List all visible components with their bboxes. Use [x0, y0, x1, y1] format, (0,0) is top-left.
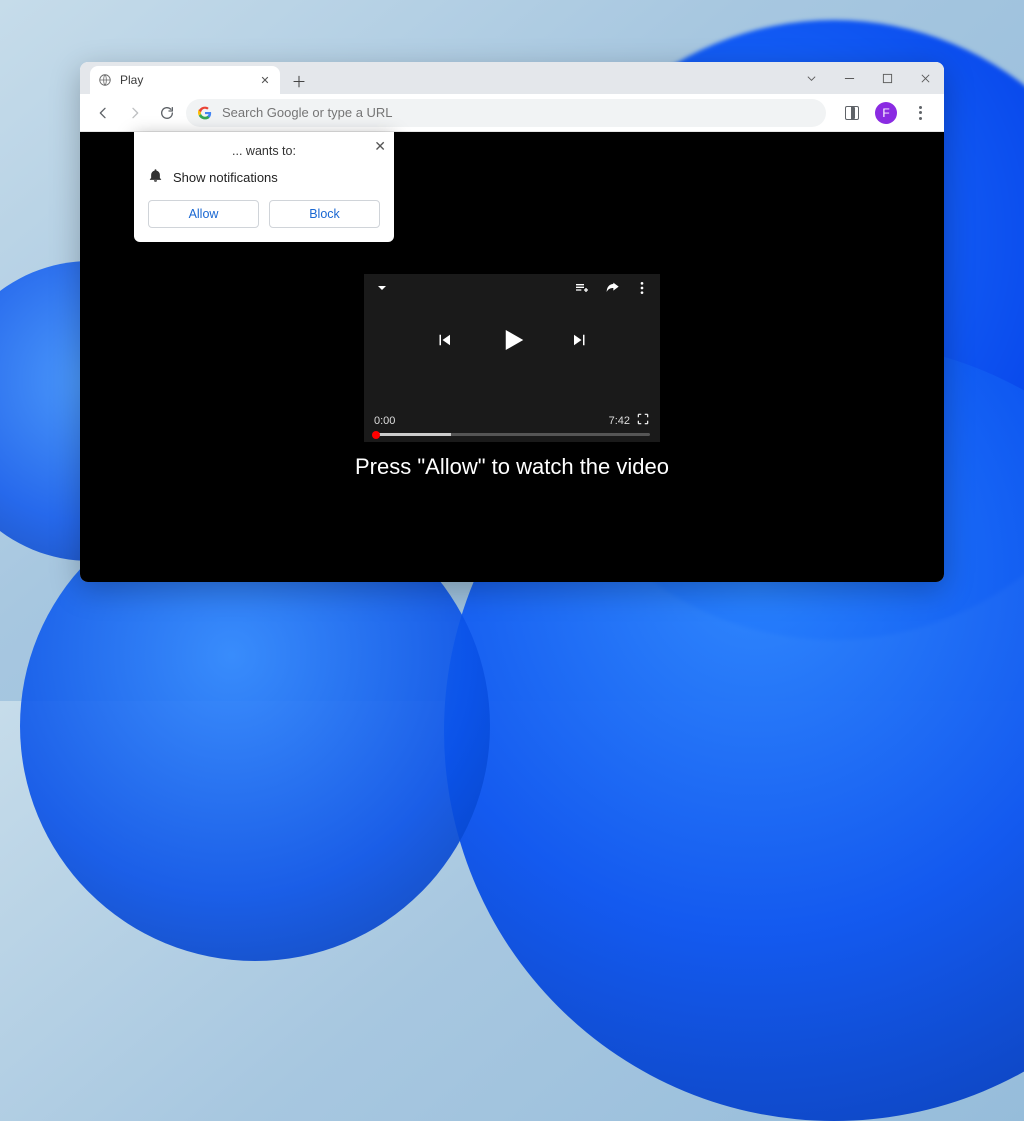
reload-button[interactable]: [154, 100, 180, 126]
browser-menu-button[interactable]: [906, 99, 934, 127]
previous-icon[interactable]: [435, 331, 453, 354]
address-bar[interactable]: [186, 99, 826, 127]
browser-tab[interactable]: Play ✕: [90, 66, 280, 94]
next-icon[interactable]: [571, 331, 589, 354]
bell-icon: [148, 168, 163, 186]
current-time-label: 0:00: [374, 415, 395, 427]
new-tab-button[interactable]: ＋: [286, 68, 312, 94]
close-tab-icon[interactable]: ✕: [258, 73, 272, 87]
close-prompt-icon[interactable]: ✕: [374, 138, 386, 155]
browser-window: Play ✕ ＋ F ✕ ... w: [80, 62, 944, 582]
video-player: 0:00 7:42: [364, 274, 660, 442]
globe-icon: [98, 73, 112, 87]
instruction-text: Press "Allow" to watch the video: [80, 454, 944, 480]
prompt-permission-label: Show notifications: [173, 170, 278, 185]
profile-avatar[interactable]: F: [872, 99, 900, 127]
tab-title: Play: [120, 73, 250, 87]
more-icon[interactable]: [634, 280, 650, 301]
back-button[interactable]: [90, 100, 116, 126]
notification-permission-prompt: ✕ ... wants to: Show notifications Allow…: [134, 132, 394, 242]
progress-bar[interactable]: [374, 433, 650, 436]
close-window-button[interactable]: [906, 62, 944, 94]
duration-label: 7:42: [609, 415, 630, 427]
forward-button[interactable]: [122, 100, 148, 126]
play-icon[interactable]: [497, 325, 527, 360]
tab-strip: Play ✕ ＋: [80, 62, 944, 94]
chevron-down-icon[interactable]: [374, 280, 390, 301]
chevron-down-icon[interactable]: [792, 62, 830, 94]
fullscreen-icon[interactable]: [630, 412, 650, 429]
maximize-button[interactable]: [868, 62, 906, 94]
omnibox-input[interactable]: [222, 105, 814, 120]
page-content: ✕ ... wants to: Show notifications Allow…: [80, 132, 944, 582]
browser-toolbar: F: [80, 94, 944, 132]
allow-button[interactable]: Allow: [148, 200, 259, 228]
share-icon[interactable]: [604, 280, 620, 301]
prompt-title: ... wants to:: [148, 144, 380, 158]
google-icon: [198, 106, 212, 120]
playlist-add-icon[interactable]: [574, 280, 590, 301]
window-controls: [792, 62, 944, 94]
block-button[interactable]: Block: [269, 200, 380, 228]
minimize-button[interactable]: [830, 62, 868, 94]
side-panel-icon[interactable]: [838, 99, 866, 127]
